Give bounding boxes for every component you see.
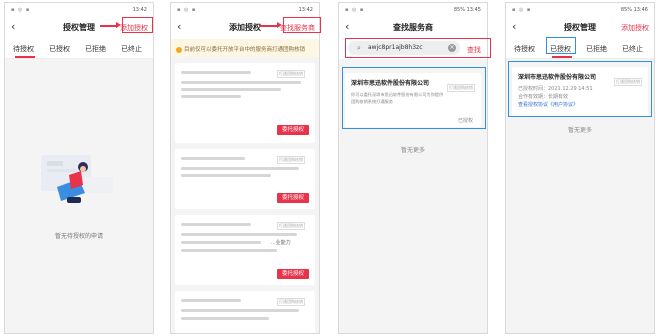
status-icons: ▪ ◎ ▪: [345, 7, 365, 13]
phone-screen-authorized: ▪ ◎ ▪ 85% 13:46 ‹ 授权管理 添加授权 待授权 已授权 已拒绝 …: [505, 2, 655, 334]
highlight-find-provider: [283, 17, 321, 33]
nav-bar: ‹ 授权管理 添加授权: [506, 17, 654, 39]
status-icons: ▪ ◎ ▪: [512, 7, 532, 13]
provider-card: 打通团购核销: [175, 291, 315, 333]
provider-card: 打通团购核销 ...业能力 委托授权: [175, 215, 315, 285]
clock: 13:46: [633, 7, 648, 13]
status-icons: ▪ ◎ ▪: [177, 7, 197, 13]
blurred-text: [181, 174, 271, 177]
tab-terminated[interactable]: 已终止: [121, 44, 142, 54]
status-time: 13:42: [298, 7, 313, 13]
highlight-search: [345, 38, 491, 58]
blurred-text: [181, 88, 281, 91]
entrust-auth-button[interactable]: 委托授权: [277, 125, 309, 135]
status-bar: ▪ ◎ ▪ 85% 13:46: [506, 3, 654, 17]
page-title: 查找服务商: [393, 23, 433, 32]
blurred-text: [181, 241, 261, 244]
blurred-text: [181, 317, 269, 320]
no-more-text: 暂无更多: [567, 127, 592, 134]
battery-level: 85%: [453, 7, 465, 13]
tab-authorized[interactable]: 已授权: [49, 44, 70, 54]
nav-bar: ‹ 查找服务商: [339, 17, 487, 39]
tab-pending[interactable]: 待授权: [514, 44, 535, 54]
blurred-text: [181, 249, 277, 252]
blurred-text: [181, 233, 297, 236]
highlight-result: [342, 67, 486, 129]
partial-text: ...业能力: [271, 240, 291, 246]
blurred-text: [181, 309, 299, 312]
provider-tag: 打通团购核销: [277, 70, 305, 78]
empty-state-illustration: [41, 155, 113, 203]
provider-tag: 打通团购核销: [277, 156, 305, 164]
blurred-text: [181, 223, 251, 226]
phone-screen-auth-management: ▪ ◎ ▪ 13:42 ‹ 授权管理 添加授权 待授权 已授权 已拒绝 已终止 …: [4, 2, 154, 334]
blurred-text: [181, 95, 241, 98]
notice-bar: 目前仅可以委托开放平台中的服务商打通团购核销: [171, 39, 319, 57]
add-auth-button[interactable]: 添加授权: [621, 23, 649, 33]
phone-screen-add-auth: ▪ ◎ ▪ 13:42 ‹ 添加授权 查找服务商 目前仅可以委托开放平台中的服务…: [170, 2, 320, 334]
provider-tag: 打通团购核销: [277, 298, 305, 306]
status-bar: ▪ ◎ ▪ 13:42: [171, 3, 319, 17]
status-time: 85% 13:45: [454, 7, 481, 13]
blurred-text: [181, 167, 299, 170]
blurred-text: [181, 299, 241, 302]
provider-tag: 打通团购核销: [277, 222, 305, 230]
no-more-text: 暂无更多: [400, 147, 425, 154]
tab-terminated[interactable]: 已终止: [622, 44, 643, 54]
notice-text: 目前仅可以委托开放平台中的服务商打通团购核销: [184, 47, 306, 53]
status-bar: ▪ ◎ ▪ 13:42: [5, 3, 153, 17]
clock: 13:45: [466, 7, 481, 13]
arrow-to-add-auth: [100, 22, 121, 28]
tab-bar: 待授权 已授权 已拒绝 已终止: [506, 39, 654, 59]
provider-card: 打通团购核销 委托授权: [175, 149, 315, 209]
status-time: 85% 13:46: [621, 7, 648, 13]
entrust-auth-button[interactable]: 委托授权: [277, 193, 309, 203]
tab-indicator: [552, 56, 572, 58]
empty-state-text: 暂无待授权的申请: [54, 233, 103, 240]
arrow-to-find-provider: [259, 22, 282, 28]
highlight-authorized-card: [508, 61, 652, 117]
highlight-authorized-tab: [546, 37, 576, 54]
battery-level: 85%: [620, 7, 632, 13]
tab-rejected[interactable]: 已拒绝: [586, 44, 607, 54]
entrust-auth-button[interactable]: 委托授权: [277, 269, 309, 279]
tab-indicator: [15, 56, 35, 58]
status-icons: ▪ ◎ ▪: [11, 7, 31, 13]
blurred-text: [181, 71, 251, 74]
highlight-add-auth: [122, 17, 153, 33]
status-bar: ▪ ◎ ▪ 85% 13:45: [339, 3, 487, 17]
blurred-text: [181, 81, 301, 84]
status-time: 13:42: [132, 7, 147, 13]
provider-card: 打通团购核销 委托授权: [175, 63, 315, 143]
blurred-text: [181, 157, 245, 160]
tab-bar: 待授权 已授权 已拒绝 已终止: [5, 39, 153, 59]
info-icon: [176, 46, 182, 53]
tab-pending[interactable]: 待授权: [13, 44, 34, 54]
tab-rejected[interactable]: 已拒绝: [85, 44, 106, 54]
